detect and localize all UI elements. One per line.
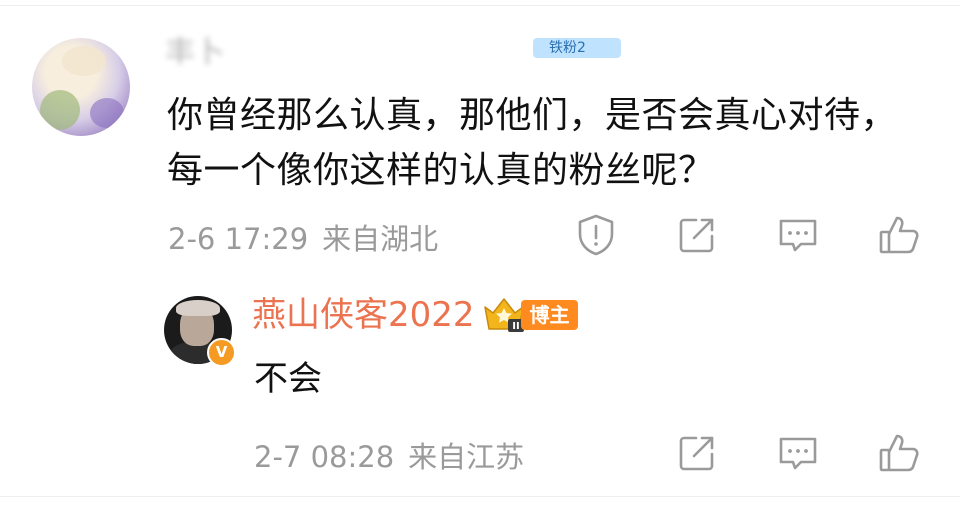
reply-location: 来自江苏 [408,440,525,474]
comment-meta: 2-6 17:29 来自湖北 [168,216,438,258]
comment-text-line: 你曾经那么认真，那他们，是否会真心对待， [167,95,898,136]
like-icon[interactable] [876,212,922,258]
reply-meta: 2-7 08:28 来自江苏 [254,434,524,476]
top-divider [0,5,960,6]
comment-icon[interactable] [775,212,821,258]
comment-text: 你曾经那么认真，那他们，是否会真心对待， 每一个像你这样的认真的粉丝呢？ [167,88,947,198]
commenter-avatar[interactable] [32,38,130,136]
fan-badge[interactable]: 铁粉2 [533,38,621,58]
verified-badge-icon: V [207,338,236,367]
comment-location: 来自湖北 [322,222,439,256]
share-icon[interactable] [674,430,720,476]
blogger-badge: 博主 [521,300,578,330]
level-mark: II [512,321,519,332]
report-icon[interactable] [573,212,619,258]
bottom-divider [0,496,960,497]
commenter-username[interactable]: 丰卜 [165,36,425,70]
comment-time: 2-6 17:29 [168,222,309,256]
comment-icon[interactable] [775,430,821,476]
comment-text-line: 每一个像你这样的认真的粉丝呢？ [167,150,715,191]
reply-time: 2-7 08:28 [254,440,395,474]
share-icon[interactable] [674,212,720,258]
like-icon[interactable] [876,430,922,476]
reply-text: 不会 [254,359,322,399]
replier-username[interactable]: 燕山侠客2022 [252,292,475,338]
